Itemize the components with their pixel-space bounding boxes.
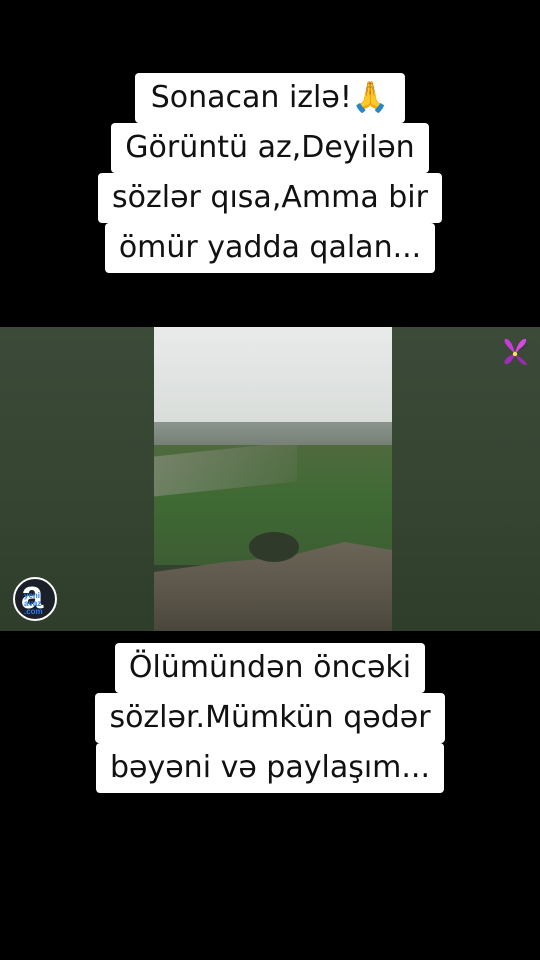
logo-text: yeni avaz .com: [24, 592, 43, 616]
flower-badge-icon: [504, 338, 529, 366]
bottom-caption: Ölümündən öncəki sözlər.Mümkün qədər bəy…: [0, 643, 540, 793]
top-caption-line-3: sözlər qısa,Amma bir: [98, 173, 442, 223]
video-sky: [154, 327, 392, 427]
top-caption-line-1: Sonacan izlə!🙏: [134, 73, 406, 123]
bottom-caption-line-2: sözlər.Mümkün qədər: [95, 693, 445, 743]
video-player[interactable]: [0, 327, 540, 631]
top-caption: Sonacan izlə!🙏 Görüntü az,Deyilən sözlər…: [0, 73, 540, 273]
bottom-caption-line-3: bəyəni və paylaşım...: [95, 743, 445, 793]
top-caption-line-4: ömür yadda qalan...: [104, 223, 436, 273]
video-blur-right: [392, 327, 540, 631]
video-bush: [249, 532, 299, 562]
logo-text-line-3: .com: [24, 607, 43, 616]
yeniavaz-logo: a yeni avaz .com: [13, 577, 57, 621]
bottom-caption-line-1: Ölümündən öncəki: [114, 643, 426, 693]
video-frame: [154, 327, 392, 631]
top-caption-line-2: Görüntü az,Deyilən: [111, 123, 429, 173]
